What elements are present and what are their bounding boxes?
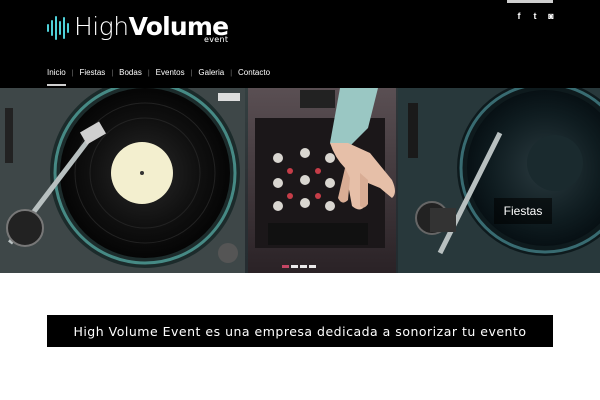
logo[interactable]: HighVolume event <box>47 12 229 44</box>
nav-item-eventos[interactable]: Eventos <box>156 68 185 78</box>
tagline-banner: High Volume Event es una empresa dedicad… <box>47 315 553 347</box>
instagram-icon[interactable]: ◙ <box>547 11 555 21</box>
slider-dot[interactable] <box>282 265 289 268</box>
nav-item-bodas[interactable]: Bodas <box>119 68 142 78</box>
slider-dot[interactable] <box>309 265 316 268</box>
main-nav: Inicio | Fiestas | Bodas | Eventos | Gal… <box>47 68 270 86</box>
social-links: f t ◙ <box>507 0 555 30</box>
site-header: HighVolume event f t ◙ Inicio | Fiestas … <box>0 0 600 88</box>
equalizer-logo-icon <box>47 15 69 41</box>
hero-slider[interactable] <box>0 88 600 273</box>
nav-separator: | <box>190 69 193 77</box>
twitter-icon[interactable]: t <box>531 11 539 21</box>
slide-caption[interactable]: Fiestas <box>494 198 552 224</box>
nav-separator: | <box>230 69 233 77</box>
nav-separator: | <box>147 69 150 77</box>
nav-item-galeria[interactable]: Galeria <box>198 68 224 78</box>
logo-name-light: High <box>74 12 129 41</box>
slider-dot[interactable] <box>291 265 298 268</box>
slider-pagination <box>282 265 316 268</box>
dj-turntables-image <box>0 88 600 273</box>
nav-item-contacto[interactable]: Contacto <box>238 68 270 78</box>
slider-dot[interactable] <box>300 265 307 268</box>
facebook-icon[interactable]: f <box>515 11 523 21</box>
social-top-bar <box>507 0 553 3</box>
nav-item-fiestas[interactable]: Fiestas <box>80 68 106 78</box>
logo-subtitle: event <box>204 35 229 44</box>
nav-item-inicio[interactable]: Inicio <box>47 68 66 86</box>
nav-separator: | <box>71 69 74 77</box>
nav-separator: | <box>111 69 114 77</box>
logo-wordmark: HighVolume event <box>74 12 229 44</box>
